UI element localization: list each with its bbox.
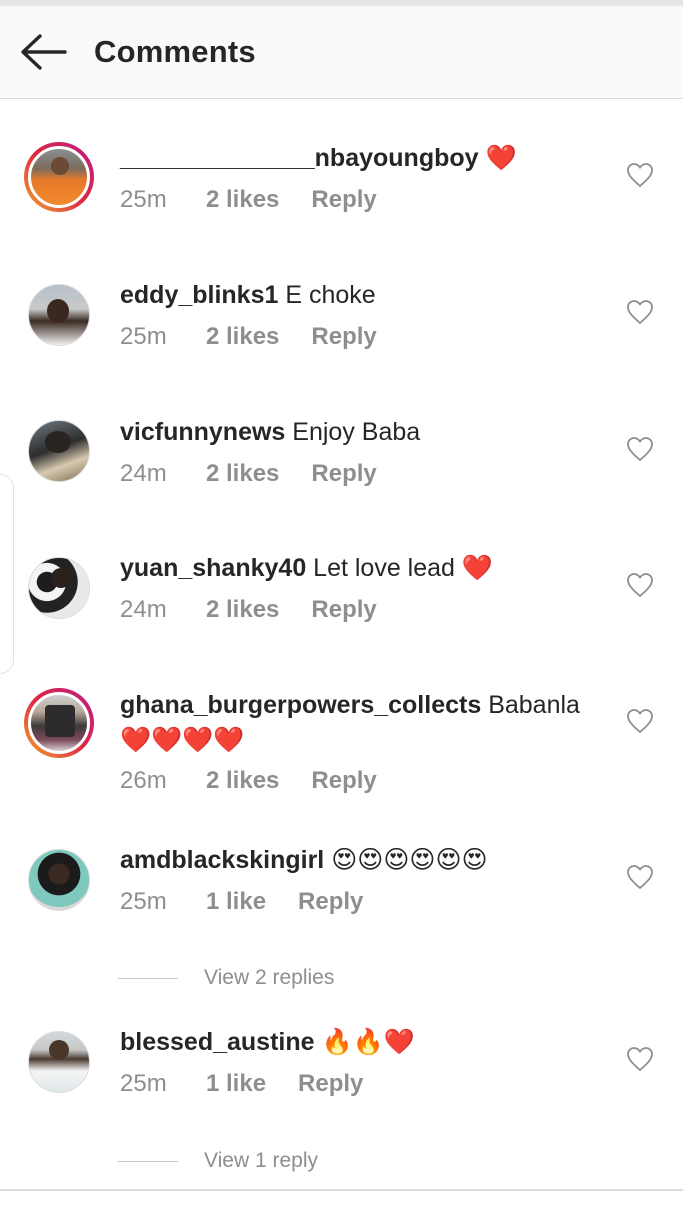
side-drawer-handle[interactable] bbox=[0, 474, 14, 674]
reply-button[interactable]: Reply bbox=[311, 186, 376, 214]
comment-meta: 25m 1 like Reply bbox=[120, 888, 363, 916]
reply-button[interactable]: Reply bbox=[298, 888, 363, 916]
view-replies-button[interactable]: View 2 replies bbox=[118, 966, 334, 990]
like-button[interactable] bbox=[626, 572, 656, 600]
comment-emoji: ❤️❤️❤️❤️ bbox=[120, 726, 245, 754]
reply-button[interactable]: Reply bbox=[311, 460, 376, 488]
avatar[interactable] bbox=[24, 553, 94, 623]
comment-time: 25m bbox=[120, 323, 167, 350]
heart-outline-icon bbox=[627, 865, 653, 890]
comment-meta: 26m 2 likes Reply bbox=[120, 767, 377, 795]
avatar[interactable] bbox=[24, 845, 94, 915]
comment-text: ghana_burgerpowers_collects Babanla bbox=[120, 689, 580, 721]
likes-count[interactable]: 2 likes bbox=[206, 767, 279, 795]
comment-text: blessed_austine 🔥🔥❤️ bbox=[120, 1026, 415, 1058]
likes-count[interactable]: 2 likes bbox=[206, 596, 279, 624]
reply-button[interactable]: Reply bbox=[298, 1070, 363, 1098]
comment-text: eddy_blinks1 E choke bbox=[120, 279, 376, 311]
comment-emoji: 🔥🔥❤️ bbox=[321, 1028, 415, 1056]
view-replies-label: View 1 reply bbox=[204, 1149, 319, 1172]
view-replies-label: View 2 replies bbox=[204, 966, 335, 989]
comment-meta: 25m 2 likes Reply bbox=[120, 323, 377, 351]
comment-text: yuan_shanky40 Let love lead ❤️ bbox=[120, 552, 493, 584]
comment-emoji: ❤️ bbox=[461, 554, 494, 582]
likes-count[interactable]: 1 like bbox=[206, 1070, 266, 1098]
username[interactable]: ______________nbayoungboy bbox=[120, 144, 479, 172]
page-title: Comments bbox=[94, 34, 256, 69]
heart-outline-icon bbox=[627, 300, 653, 325]
username[interactable]: yuan_shanky40 bbox=[120, 554, 306, 582]
likes-count[interactable]: 2 likes bbox=[206, 460, 279, 488]
comment-emoji: ❤️ bbox=[485, 144, 517, 172]
likes-count[interactable]: 1 like bbox=[206, 888, 266, 916]
avatar[interactable] bbox=[24, 416, 94, 486]
comment-time: 24m bbox=[120, 460, 167, 487]
comment-meta: 24m 2 likes Reply bbox=[120, 596, 377, 624]
comment-time: 25m bbox=[120, 186, 167, 213]
avatar[interactable] bbox=[24, 1027, 94, 1097]
comment-body: Babanla bbox=[488, 691, 580, 719]
arrow-left-icon bbox=[21, 34, 67, 70]
like-button[interactable] bbox=[626, 864, 656, 892]
comment-time: 25m bbox=[120, 888, 167, 915]
likes-count[interactable]: 2 likes bbox=[206, 323, 279, 351]
heart-outline-icon bbox=[627, 573, 653, 598]
bottom-divider bbox=[0, 1189, 683, 1191]
comment-body: Let love lead bbox=[313, 554, 455, 582]
username[interactable]: amdblackskingirl bbox=[120, 846, 324, 874]
back-button[interactable] bbox=[18, 32, 74, 72]
comment-text: ______________nbayoungboy ❤️ bbox=[120, 142, 517, 174]
avatar[interactable] bbox=[24, 688, 94, 758]
reply-button[interactable]: Reply bbox=[311, 767, 376, 795]
avatar[interactable] bbox=[24, 142, 94, 212]
username[interactable]: blessed_austine bbox=[120, 1028, 315, 1056]
comment-meta: 24m 2 likes Reply bbox=[120, 460, 377, 488]
comment-time: 26m bbox=[120, 767, 167, 794]
like-button[interactable] bbox=[626, 162, 656, 190]
heart-outline-icon bbox=[627, 437, 653, 462]
like-button[interactable] bbox=[626, 299, 656, 327]
comment-time: 25m bbox=[120, 1070, 167, 1097]
username[interactable]: eddy_blinks1 bbox=[120, 281, 278, 309]
like-button[interactable] bbox=[626, 708, 656, 736]
avatar[interactable] bbox=[24, 280, 94, 350]
reply-button[interactable]: Reply bbox=[311, 596, 376, 624]
comment-meta: 25m 1 like Reply bbox=[120, 1070, 363, 1098]
comment-emoji: 😍😍😍😍😍😍 bbox=[331, 846, 488, 874]
heart-outline-icon bbox=[627, 163, 653, 188]
comment-meta: 25m 2 likes Reply bbox=[120, 186, 377, 214]
heart-outline-icon bbox=[627, 709, 653, 734]
comment-body: E choke bbox=[285, 281, 376, 309]
username[interactable]: ghana_burgerpowers_collects bbox=[120, 691, 481, 719]
comment-text: amdblackskingirl 😍😍😍😍😍😍 bbox=[120, 844, 488, 876]
reply-button[interactable]: Reply bbox=[311, 323, 376, 351]
header: Comments bbox=[0, 6, 683, 99]
username[interactable]: vicfunnynews bbox=[120, 418, 285, 446]
comment-time: 24m bbox=[120, 596, 167, 623]
likes-count[interactable]: 2 likes bbox=[206, 186, 279, 214]
replies-divider bbox=[118, 977, 178, 980]
view-replies-button[interactable]: View 1 reply bbox=[118, 1149, 318, 1173]
like-button[interactable] bbox=[626, 1046, 656, 1074]
like-button[interactable] bbox=[626, 436, 656, 464]
heart-outline-icon bbox=[627, 1047, 653, 1072]
replies-divider bbox=[118, 1160, 178, 1163]
comment-body: Enjoy Baba bbox=[292, 418, 421, 446]
comment-text: vicfunnynews Enjoy Baba bbox=[120, 416, 420, 448]
